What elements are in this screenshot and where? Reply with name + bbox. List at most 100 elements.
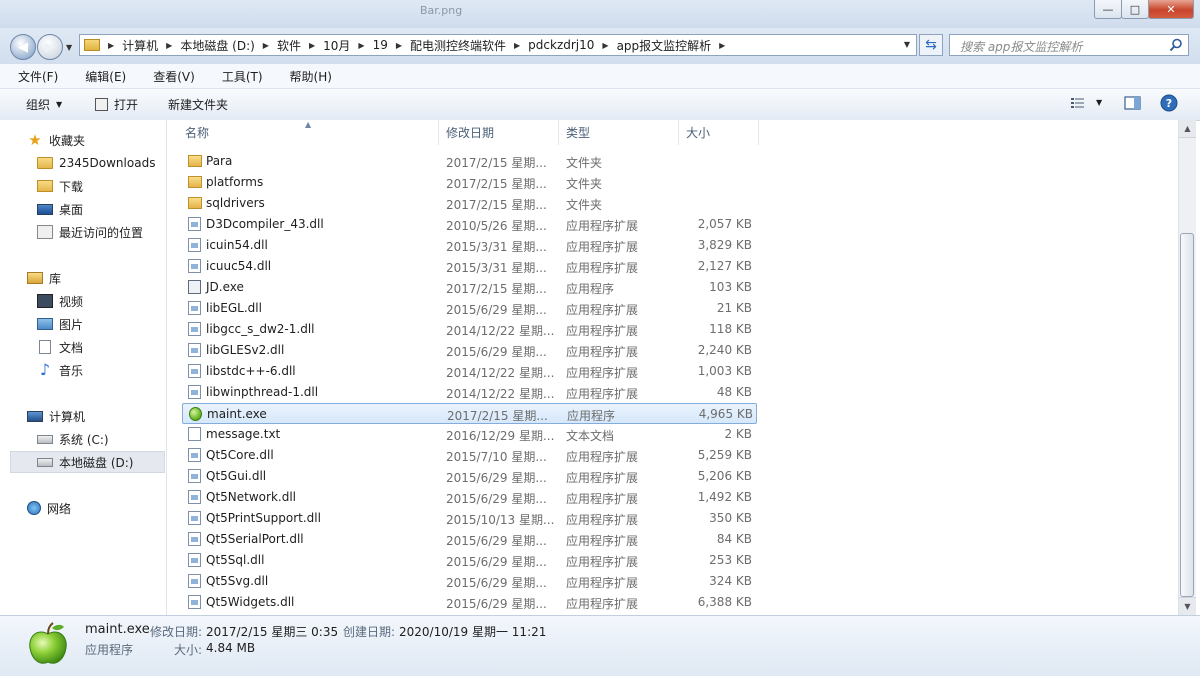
nav-item-documents[interactable]: 文档 [37,336,166,358]
back-button[interactable]: ◀ [10,34,36,60]
maximize-button[interactable]: □ [1121,0,1149,19]
chevron-right-icon[interactable]: ▶ [108,41,114,50]
file-size: 84 KB [716,532,752,546]
file-date: 2015/3/31 星期... [446,261,547,275]
organize-button[interactable]: 组织 ▼ [26,96,62,113]
file-date: 2014/12/22 星期... [446,387,555,401]
file-row[interactable]: D3Dcompiler_43.dll 2010/5/26 星期... 应用程序扩展 2… [182,214,757,235]
file-date: 2015/3/31 星期... [446,240,547,254]
file-row[interactable]: libEGL.dll 2015/6/29 星期... 应用程序扩展 21 KB [182,298,757,319]
nav-item-downloads[interactable]: 下载 [37,175,166,197]
breadcrumb-app-monitor[interactable]: app报文监控解析 [617,37,712,54]
chevron-right-icon[interactable]: ▶ [166,41,172,50]
file-row[interactable]: sqldrivers 2017/2/15 星期... 文件夹 [182,193,757,214]
file-type: 应用程序扩展 [566,492,639,506]
scroll-thumb[interactable] [1180,233,1194,597]
chevron-right-icon[interactable]: ▶ [514,41,520,50]
file-row[interactable]: Qt5Gui.dll 2015/6/29 星期... 应用程序扩展 5,206 KB [182,466,757,487]
address-dropdown-icon[interactable]: ▼ [904,40,910,49]
menu-help[interactable]: 帮助(H) [272,68,341,85]
recent-pages-dropdown[interactable]: ▼ [66,43,72,52]
file-row[interactable]: libgcc_s_dw2-1.dll 2014/12/22 星期... 应用程序扩展… [182,319,757,340]
network-icon [27,501,41,515]
breadcrumb-computer[interactable]: 计算机 [122,37,158,54]
file-row[interactable]: libstdc++-6.dll 2014/12/22 星期... 应用程序扩展 1,0… [182,361,757,382]
help-icon[interactable]: ? [1160,94,1178,112]
nav-item-label: 视频 [59,294,84,309]
nav-item-drive-c[interactable]: 系统 (C:) [37,428,166,450]
breadcrumb-terminal-software[interactable]: 配电测控终端软件 [410,37,506,54]
nav-favorites[interactable]: ★ 收藏夹 [27,129,166,151]
open-button[interactable]: 打开 [95,96,138,113]
menu-tools[interactable]: 工具(T) [204,68,272,85]
nav-item-drive-d[interactable]: 本地磁盘 (D:) [10,451,165,473]
file-row[interactable]: message.txt 2016/12/29 星期... 文本文档 2 KB [182,424,757,445]
file-date: 2015/6/29 星期... [446,345,547,359]
nav-item-recent-places[interactable]: 最近访问的位置 [37,221,166,243]
breadcrumb-drive-d[interactable]: 本地磁盘 (D:) [180,37,254,54]
nav-item-videos[interactable]: 视频 [37,290,166,312]
file-row[interactable]: Qt5PrintSupport.dll 2015/10/13 星期... 应用程序扩… [182,508,757,529]
file-row[interactable]: Qt5Svg.dll 2015/6/29 星期... 应用程序扩展 324 KB [182,571,757,592]
nav-item-music[interactable]: ♪ 音乐 [37,359,166,381]
dll-file-icon [188,238,201,252]
file-row[interactable]: Qt5SerialPort.dll 2015/6/29 星期... 应用程序扩展 84… [182,529,757,550]
file-date: 2010/5/26 星期... [446,219,547,233]
nav-item-pictures[interactable]: 图片 [37,313,166,335]
nav-libraries[interactable]: 库 [27,267,166,289]
forward-button[interactable]: ▶ [37,34,63,60]
column-header-size[interactable]: 大小 [679,120,759,145]
minimize-button[interactable]: — [1094,0,1122,19]
nav-item-desktop[interactable]: 桌面 [37,198,166,220]
scroll-down-button[interactable]: ▼ [1179,597,1196,615]
scroll-up-button[interactable]: ▲ [1179,120,1196,138]
menu-file[interactable]: 文件(F) [0,68,67,85]
breadcrumb-october[interactable]: 10月 [323,37,350,54]
refresh-button[interactable]: ⇆ [919,34,943,56]
file-row[interactable]: JD.exe 2017/2/15 星期... 应用程序 103 KB [182,277,757,298]
chevron-right-icon[interactable]: ▶ [719,41,725,50]
file-row[interactable]: icuuc54.dll 2015/3/31 星期... 应用程序扩展 2,127 KB [182,256,757,277]
close-button[interactable]: ✕ [1148,0,1194,19]
preview-pane-icon[interactable] [1124,95,1142,111]
file-row[interactable]: Qt5Network.dll 2015/6/29 星期... 应用程序扩展 1,492… [182,487,757,508]
file-row[interactable]: Qt5Core.dll 2015/7/10 星期... 应用程序扩展 5,259 KB [182,445,757,466]
menu-edit[interactable]: 编辑(E) [67,68,135,85]
chevron-right-icon[interactable]: ▶ [358,41,364,50]
nav-item-2345downloads[interactable]: 2345Downloads [37,152,166,174]
file-row[interactable]: maint.exe 2017/2/15 星期... 应用程序 4,965 KB [182,403,757,424]
file-size: 103 KB [709,280,752,294]
breadcrumb-software[interactable]: 软件 [277,37,301,54]
new-folder-button[interactable]: 新建文件夹 [168,96,228,113]
chevron-right-icon[interactable]: ▶ [602,41,608,50]
breadcrumb-pdckzdrj10[interactable]: pdckzdrj10 [528,38,594,52]
details-modified-label: 修改日期: [150,625,203,639]
file-size: 6,388 KB [697,595,752,609]
file-row[interactable]: Qt5Widgets.dll 2015/6/29 星期... 应用程序扩展 6,388… [182,592,757,613]
column-header-date[interactable]: 修改日期 [439,120,559,145]
chevron-right-icon[interactable]: ▶ [309,41,315,50]
nav-item-label: 本地磁盘 (D:) [59,455,134,470]
menu-view[interactable]: 查看(V) [135,68,204,85]
file-row[interactable]: libGLESv2.dll 2015/6/29 星期... 应用程序扩展 2,240 … [182,340,757,361]
breadcrumb-19[interactable]: 19 [373,38,388,52]
nav-computer[interactable]: 计算机 [27,405,166,427]
file-row[interactable]: Para 2017/2/15 星期... 文件夹 [182,151,757,172]
address-bar[interactable]: ▶ 计算机 ▶ 本地磁盘 (D:) ▶ 软件 ▶ 10月 ▶ 19 ▶ 配电测控… [79,34,917,56]
file-row[interactable]: icuin54.dll 2015/3/31 星期... 应用程序扩展 3,829 KB [182,235,757,256]
column-header-name[interactable]: 名称 ▲ [167,120,439,145]
file-row[interactable]: libwinpthread-1.dll 2014/12/22 星期... 应用程序扩… [182,382,757,403]
file-row[interactable]: Qt5Sql.dll 2015/6/29 星期... 应用程序扩展 253 KB [182,550,757,571]
folder-icon [188,176,202,188]
chevron-right-icon[interactable]: ▶ [396,41,402,50]
search-icon[interactable] [1169,38,1183,52]
column-header-type[interactable]: 类型 [559,120,679,145]
nav-item-label: 下载 [59,179,84,194]
file-row[interactable]: platforms 2017/2/15 星期... 文件夹 [182,172,757,193]
chevron-right-icon[interactable]: ▶ [263,41,269,50]
view-dropdown-icon[interactable]: ▼ [1096,98,1102,107]
vertical-scrollbar[interactable]: ▲ ▼ [1178,120,1196,615]
view-options-icon[interactable] [1070,95,1086,111]
search-box[interactable]: 搜索 app报文监控解析 [949,34,1189,56]
nav-network[interactable]: 网络 [27,497,166,519]
